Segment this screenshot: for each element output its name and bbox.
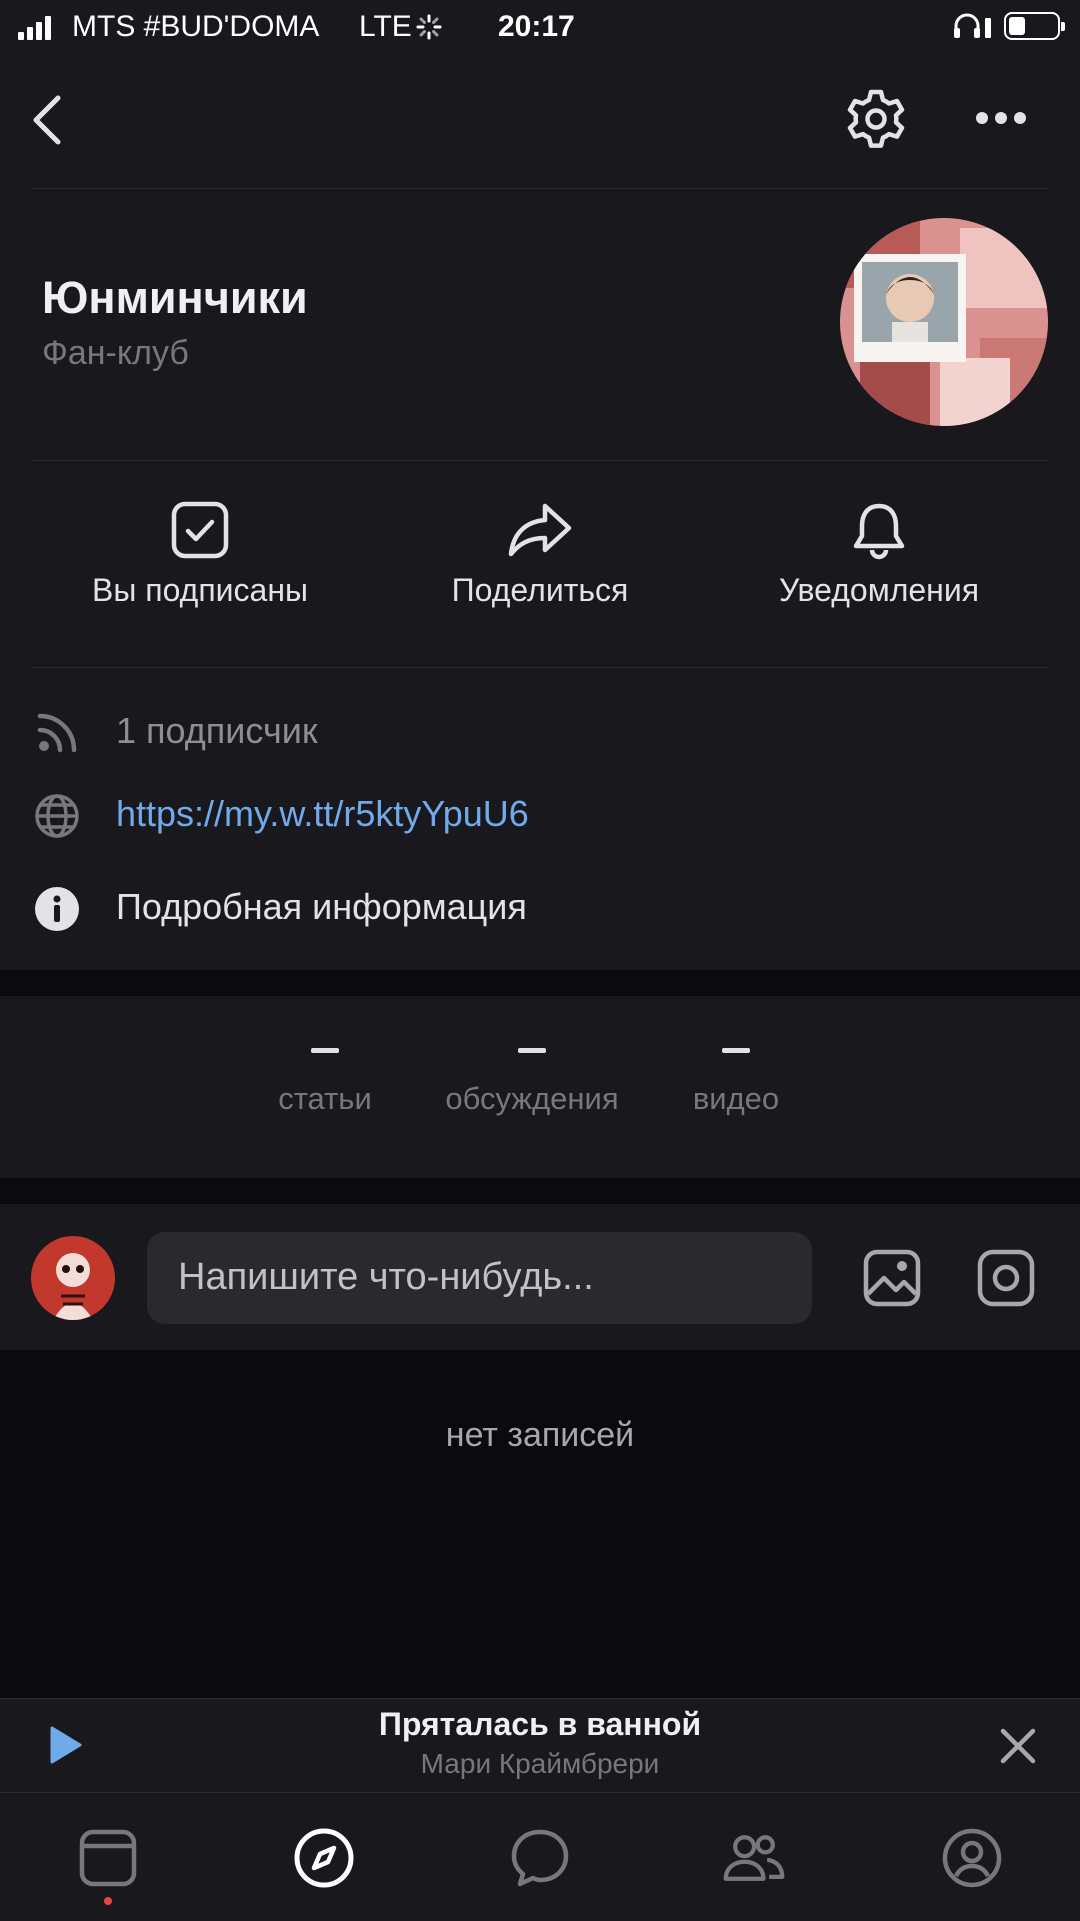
counter-value [311,1048,339,1053]
headphones-icon [954,13,991,38]
tab-friends[interactable] [722,1826,786,1890]
user-avatar[interactable] [31,1236,115,1320]
close-icon[interactable] [998,1726,1038,1766]
community-avatar[interactable] [840,218,1048,426]
notification-dot [104,1897,112,1905]
community-name: Юнминчики [42,272,308,323]
carrier-name: MTS #BUD'DOMA [72,10,320,43]
rss-icon [37,713,77,753]
counter-label: обсуждения [445,1081,619,1116]
notifications-label: Уведомления [778,572,980,608]
photo-icon[interactable] [862,1248,922,1308]
post-input-placeholder: Напишите что-нибудь... [178,1256,594,1298]
community-type: Фан-клуб [42,334,189,372]
tab-discover[interactable] [292,1826,356,1890]
counter-value [722,1048,750,1053]
counter-label: статьи [278,1081,372,1116]
bell-icon [853,503,905,560]
counter-value [518,1048,546,1053]
notifications-button[interactable]: Уведомления [729,500,1029,609]
loading-spinner-icon [416,14,442,40]
info-icon [35,887,79,931]
back-icon[interactable] [28,92,68,148]
gear-icon[interactable] [845,88,907,150]
subscribed-label: Вы подписаны [92,572,308,608]
subscribed-button[interactable]: Вы подписаны [50,500,350,609]
counter-articles[interactable]: статьи [264,1040,386,1117]
share-button[interactable]: Поделиться [390,500,690,609]
signal-icon [18,16,52,40]
clock: 20:17 [498,10,575,43]
subscribers-count[interactable]: 1 подписчик [116,710,318,752]
divider [33,188,1047,189]
more-icon[interactable] [974,110,1028,126]
network-type: LTE [359,10,412,43]
divider [33,460,1047,461]
track-artist: Мари Краймбрери [420,1748,660,1779]
counter-discussions[interactable]: обсуждения [430,1040,634,1117]
camera-icon[interactable] [976,1248,1036,1308]
counter-label: видео [692,1081,780,1116]
tab-messages[interactable] [508,1826,572,1890]
share-label: Поделиться [451,572,629,608]
battery-icon [1004,12,1065,40]
details-link[interactable]: Подробная информация [116,886,527,928]
tab-profile[interactable] [940,1826,1004,1890]
share-arrow-icon [508,503,572,557]
globe-icon [35,794,79,838]
tab-feed[interactable] [76,1826,140,1890]
empty-feed-text: нет записей [445,1416,635,1454]
divider [33,667,1047,668]
community-link[interactable]: https://my.w.tt/r5ktyYpuU6 [116,793,529,835]
track-title: Пряталась в ванной [378,1706,702,1742]
post-input[interactable]: Напишите что-нибудь... [147,1232,812,1324]
checkbox-checked-icon [171,501,229,559]
counter-video[interactable]: видео [680,1040,792,1117]
